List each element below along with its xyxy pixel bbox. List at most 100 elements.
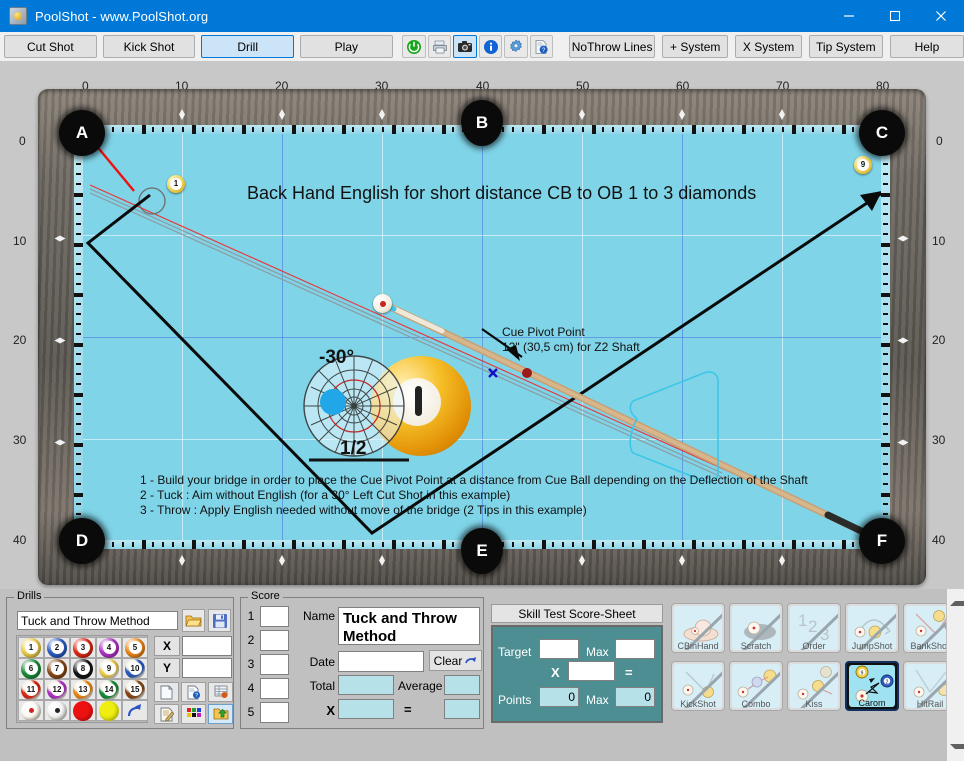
diamond-right-1	[898, 236, 909, 242]
pocket-a[interactable]: A	[59, 110, 105, 156]
aim-diagram[interactable]: -30° 1/2	[297, 347, 471, 468]
pocket-d[interactable]: D	[59, 518, 105, 564]
skill-test-points-value-field[interactable]: 0	[539, 687, 579, 707]
color-palette-icon[interactable]	[181, 704, 206, 724]
score-x-value-field[interactable]	[338, 699, 394, 719]
shot-type-scratch-button[interactable]: Scratch	[729, 603, 783, 653]
drill-red-ball[interactable]	[70, 700, 96, 721]
score-name-input[interactable]: Tuck and Throw Method	[338, 607, 480, 645]
camera-icon[interactable]	[453, 35, 477, 58]
drill-ball-6[interactable]: 6	[18, 658, 44, 679]
score-row-1-label: 1	[247, 609, 255, 623]
cue-ball[interactable]	[373, 294, 392, 313]
right-ruler-20: 20	[932, 333, 946, 347]
button-x-system[interactable]: X System	[735, 35, 802, 58]
shot-type-combo-button[interactable]: Combo	[729, 661, 783, 711]
ball-9-target[interactable]: 9	[854, 156, 872, 174]
drill-ball-15[interactable]: 15	[122, 679, 148, 700]
skill-test-max2-value-field[interactable]: 0	[615, 687, 655, 707]
pool-table[interactable]: Back Hand English for short distance CB …	[38, 89, 926, 585]
vertical-scrollbar[interactable]	[946, 589, 964, 761]
printer-icon[interactable]	[427, 35, 452, 58]
table-felt[interactable]: Back Hand English for short distance CB …	[82, 133, 882, 541]
skill-test-title: Skill Test Score-Sheet	[518, 606, 636, 621]
table-settings-icon[interactable]	[208, 682, 233, 702]
drill-ball-10[interactable]: 10	[122, 658, 148, 679]
drill-yellow-ball[interactable]	[96, 700, 122, 721]
diamond-bottom-5	[679, 555, 685, 566]
drill-ball-12[interactable]: 12	[44, 679, 70, 700]
score-row-5-input[interactable]	[260, 702, 289, 723]
drill-ball-4[interactable]: 4	[96, 637, 122, 658]
clear-button[interactable]: Clear	[429, 650, 482, 671]
edit-note-icon[interactable]	[154, 704, 179, 724]
drill-ball-11[interactable]: 11	[18, 679, 44, 700]
shot-type-kiss-button[interactable]: Kiss	[787, 661, 841, 711]
score-equals-value-field[interactable]	[444, 699, 480, 719]
drill-cue-ball-red-dot[interactable]	[18, 700, 44, 721]
tab-play-label: Play	[334, 39, 359, 54]
ball-1-object[interactable]: 1	[167, 175, 185, 193]
diamond-bottom-2	[279, 555, 285, 566]
skill-test-max1-input[interactable]	[615, 639, 655, 659]
tab-play[interactable]: Play	[300, 35, 393, 58]
shot-type-jumpshot-button[interactable]: JumpShot	[845, 603, 899, 653]
button-tip-system[interactable]: Tip System	[808, 35, 883, 58]
shot-type-combo-label: Combo	[741, 699, 771, 709]
tab-cut-shot[interactable]: Cut Shot	[4, 35, 97, 58]
drill-reset-arrow-icon[interactable]	[122, 700, 148, 721]
score-row-1-input[interactable]	[260, 606, 289, 627]
right-ruler-40: 40	[932, 533, 946, 547]
skill-test-title-button[interactable]: Skill Test Score-Sheet	[491, 604, 663, 623]
score-row-3-input[interactable]	[260, 654, 289, 675]
drill-ball-1[interactable]: 1	[18, 637, 44, 658]
left-ruler-30: 30	[13, 433, 27, 447]
shot-type-cbinhand-button[interactable]: CBinHand	[671, 603, 725, 653]
diamond-bottom-4	[579, 555, 585, 566]
help-document-icon[interactable]: ?	[529, 35, 554, 58]
settings-gear-icon[interactable]	[504, 35, 528, 58]
close-icon[interactable]	[918, 0, 964, 32]
drill-ball-14[interactable]: 14	[96, 679, 122, 700]
pocket-f[interactable]: F	[859, 518, 905, 564]
open-folder-icon[interactable]	[182, 609, 205, 632]
tab-kick-shot[interactable]: Kick Shot	[102, 35, 196, 58]
tab-drill[interactable]: Drill	[201, 35, 295, 58]
y-coordinate-input[interactable]	[182, 658, 232, 678]
document-help-icon[interactable]: ?	[181, 682, 206, 702]
pocket-e[interactable]: E	[461, 528, 503, 574]
skill-test-target-input[interactable]	[539, 639, 579, 659]
power-icon[interactable]	[402, 35, 426, 58]
left-ruler-10: 10	[13, 234, 27, 248]
save-disk-icon[interactable]	[208, 609, 231, 632]
new-document-icon[interactable]	[154, 682, 179, 702]
button-plus-system[interactable]: + System	[662, 35, 729, 58]
shot-type-order-button[interactable]: 123 Order	[787, 603, 841, 653]
x-coordinate-input[interactable]	[182, 636, 232, 656]
minimize-icon[interactable]	[826, 0, 872, 32]
maximize-icon[interactable]	[872, 0, 918, 32]
skill-test-multiplier-input[interactable]	[568, 661, 615, 681]
shot-type-kickshot-button[interactable]: KickShot	[671, 661, 725, 711]
score-row-2-input[interactable]	[260, 630, 289, 651]
drill-name-field[interactable]: Tuck and Throw Method	[17, 611, 178, 630]
drill-ball-9[interactable]: 9	[96, 658, 122, 679]
drill-ball-7[interactable]: 7	[44, 658, 70, 679]
score-row-4-input[interactable]	[260, 678, 289, 699]
button-help[interactable]: Help	[889, 35, 964, 58]
drill-ball-3[interactable]: 3	[70, 637, 96, 658]
score-date-input[interactable]	[338, 651, 424, 672]
shot-type-carom-button[interactable]: 9 2 Carom	[845, 661, 899, 711]
drill-ball-13[interactable]: 13	[70, 679, 96, 700]
drill-cue-ball-black-dot[interactable]	[44, 700, 70, 721]
score-total-value-field[interactable]	[338, 675, 394, 695]
drill-ball-5[interactable]: 5	[122, 637, 148, 658]
export-folder-icon[interactable]	[208, 704, 233, 724]
drill-ball-2[interactable]: 2	[44, 637, 70, 658]
drill-ball-8[interactable]: 8	[70, 658, 96, 679]
instruction-note-3: 3 - Throw : Apply English needed without…	[140, 503, 587, 517]
pocket-c[interactable]: C	[859, 110, 905, 156]
info-icon[interactable]	[478, 35, 503, 58]
score-average-value-field[interactable]	[444, 675, 480, 695]
button-nothrow-lines[interactable]: NoThrow Lines	[569, 35, 656, 58]
